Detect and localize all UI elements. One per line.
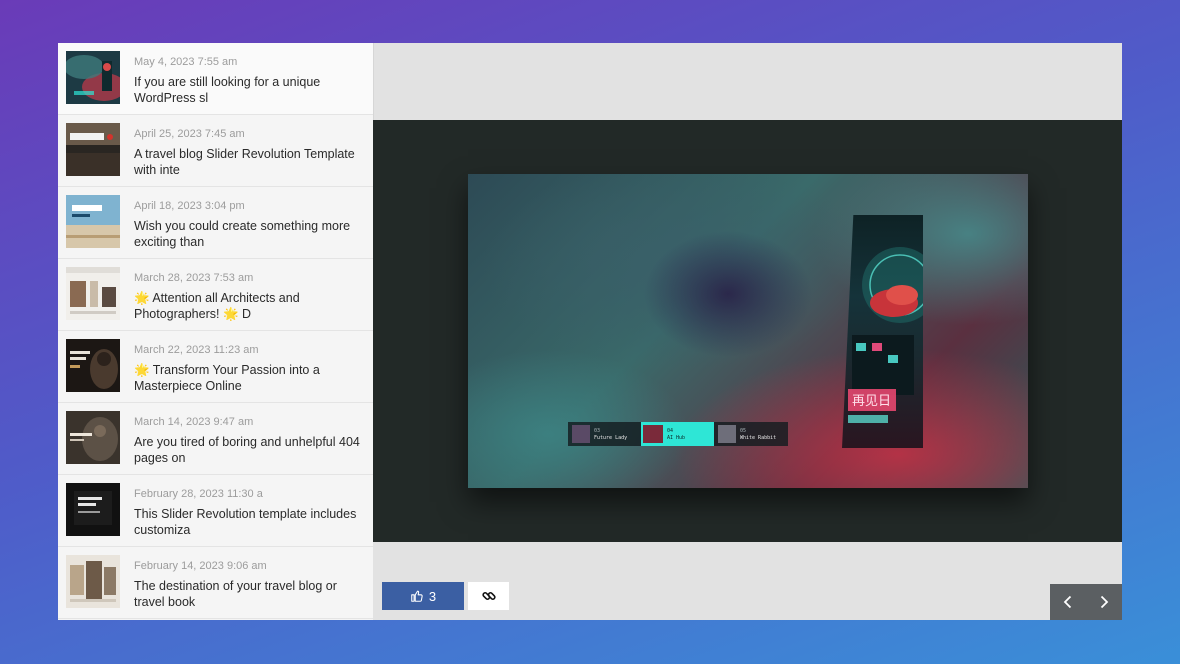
post-title[interactable]: The destination of your travel blog or t… xyxy=(134,578,366,610)
strip-number: 05 xyxy=(740,428,747,434)
post-date: April 18, 2023 3:04 pm xyxy=(134,200,245,212)
post-title[interactable]: 🌟 Transform Your Passion into a Masterpi… xyxy=(134,362,366,394)
post-title[interactable]: 🌟 Attention all Architects and Photograp… xyxy=(134,290,366,322)
post-date: February 14, 2023 9:06 am xyxy=(134,560,267,572)
slide-thumb-strip: 03 Future Lady 04 AI Hub 05 White Rabbit xyxy=(568,422,788,446)
strip-label: AI Hub xyxy=(667,435,686,441)
post-thumbnail xyxy=(66,411,120,464)
post-thumbnail xyxy=(66,195,120,248)
app-frame: May 4, 2023 7:55 am If you are still loo… xyxy=(58,43,1122,620)
list-item[interactable]: May 4, 2023 7:55 am If you are still loo… xyxy=(58,43,373,115)
post-title[interactable]: If you are still looking for a unique Wo… xyxy=(134,74,366,106)
strip-label: Future Lady xyxy=(594,435,628,441)
post-list: May 4, 2023 7:55 am If you are still loo… xyxy=(58,43,373,620)
slide-preview[interactable]: 再见日 03 Future Lady 04 AI Hub 05 White Ra… xyxy=(468,174,1028,488)
post-date: April 25, 2023 7:45 am xyxy=(134,128,245,140)
post-title[interactable]: Are you tired of boring and unhelpful 40… xyxy=(134,434,366,466)
post-thumbnail xyxy=(66,123,120,176)
post-thumbnail xyxy=(66,267,120,320)
strip-item[interactable]: 03 Future Lady xyxy=(568,422,641,446)
strip-item-active[interactable]: 04 AI Hub xyxy=(641,422,714,446)
post-thumbnail xyxy=(66,483,120,536)
like-count: 3 xyxy=(428,588,437,604)
post-date: May 4, 2023 7:55 am xyxy=(134,56,238,68)
next-button[interactable] xyxy=(1086,584,1122,620)
list-item[interactable]: March 14, 2023 9:47 am Are you tired of … xyxy=(58,403,373,475)
post-date: March 28, 2023 7:53 am xyxy=(134,272,254,284)
poster-sign: 再见日 xyxy=(852,394,891,409)
post-thumbnail xyxy=(66,51,120,104)
preview-viewer: 再见日 03 Future Lady 04 AI Hub 05 White Ra… xyxy=(373,120,1122,542)
like-button[interactable]: 3 xyxy=(382,582,464,610)
post-thumbnail xyxy=(66,339,120,392)
previous-button[interactable] xyxy=(1050,584,1086,620)
strip-number: 03 xyxy=(594,428,601,434)
list-item[interactable]: March 22, 2023 11:23 am 🌟 Transform Your… xyxy=(58,331,373,403)
strip-thumbnail xyxy=(718,425,736,443)
post-date: March 14, 2023 9:47 am xyxy=(134,416,254,428)
list-item[interactable]: April 18, 2023 3:04 pm Wish you could cr… xyxy=(58,187,373,259)
action-bar: 3 xyxy=(373,542,1122,620)
slide-navigation xyxy=(1050,584,1122,620)
post-title[interactable]: This Slider Revolution template includes… xyxy=(134,506,366,538)
strip-thumbnail xyxy=(572,425,590,443)
list-item[interactable]: February 14, 2023 9:06 am The destinatio… xyxy=(58,547,373,619)
post-title[interactable]: A travel blog Slider Revolution Template… xyxy=(134,146,366,178)
strip-number: 04 xyxy=(667,428,674,434)
strip-item[interactable]: 05 White Rabbit xyxy=(714,422,788,446)
post-date: March 22, 2023 11:23 am xyxy=(134,344,259,356)
list-item[interactable]: April 25, 2023 7:45 am A travel blog Sli… xyxy=(58,115,373,187)
slide-poster-image: 再见日 xyxy=(842,215,923,448)
thumbs-up-icon xyxy=(411,590,423,602)
post-title[interactable]: Wish you could create something more exc… xyxy=(134,218,366,250)
post-date: February 28, 2023 11:30 a xyxy=(134,488,263,500)
strip-thumbnail xyxy=(643,425,663,443)
post-thumbnail xyxy=(66,555,120,608)
copy-link-button[interactable] xyxy=(468,582,509,610)
strip-label: White Rabbit xyxy=(740,435,777,441)
list-item[interactable]: February 28, 2023 11:30 a This Slider Re… xyxy=(58,475,373,547)
chevron-left-icon xyxy=(1063,595,1072,609)
link-icon xyxy=(481,592,496,600)
chevron-right-icon xyxy=(1100,595,1109,609)
list-item[interactable]: March 28, 2023 7:53 am 🌟 Attention all A… xyxy=(58,259,373,331)
